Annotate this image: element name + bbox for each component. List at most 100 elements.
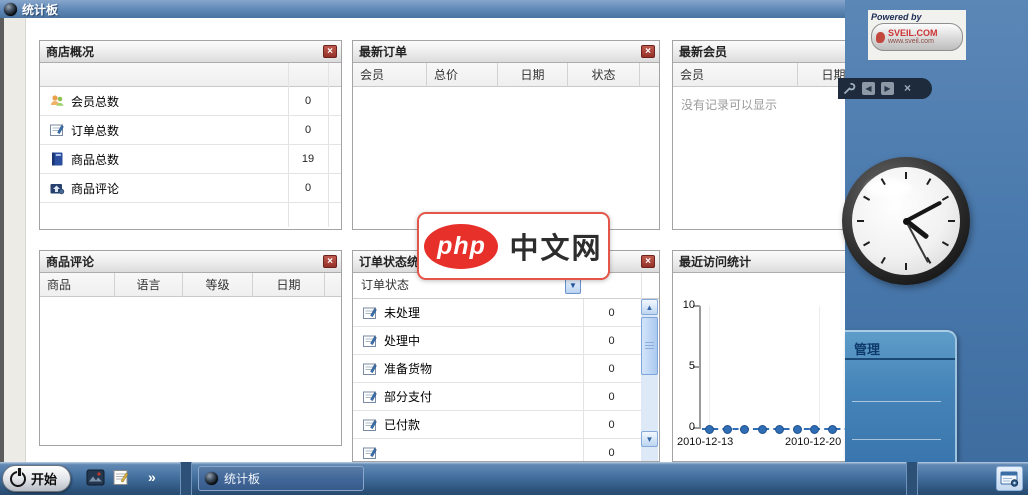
prev-arrow-icon[interactable]: ◀: [862, 82, 875, 95]
x-tick-label: 2010-12-20: [785, 436, 841, 448]
panel-title: 最近访问统计: [679, 253, 751, 270]
panel-visit-stats: 最近访问统计 × 10 5 0 2010-12-13 2010-12-20: [672, 250, 845, 462]
management-widget-title: 管理: [854, 342, 880, 357]
wrench-icon[interactable]: [843, 82, 856, 95]
management-widget-header[interactable]: 管理: [845, 332, 955, 360]
panel-latest-members: 最新会员 × 会员 日期 没有记录可以显示: [672, 40, 845, 230]
close-icon[interactable]: ×: [323, 45, 337, 58]
order-status-value: 0: [583, 307, 640, 319]
panel-latest-members-header[interactable]: 最新会员 ×: [673, 41, 845, 63]
app-globe-icon: [205, 472, 218, 485]
order-status-label: 处理中: [384, 332, 420, 349]
shop-overview-subheader: [40, 63, 341, 87]
tray-icon[interactable]: [996, 466, 1023, 491]
stat-label: 订单总数: [71, 122, 119, 139]
order-status-value: 0: [583, 363, 640, 375]
close-icon[interactable]: ×: [641, 255, 655, 268]
start-label: 开始: [31, 469, 57, 488]
note-icon: [362, 333, 378, 349]
order-status-row: 0: [353, 439, 642, 462]
column-header[interactable]: 会员: [353, 63, 427, 87]
empty-records-note: 没有记录可以显示: [673, 87, 845, 113]
banner-title: SVEIL.COM: [888, 28, 938, 38]
clock-widget: [842, 157, 970, 285]
close-icon[interactable]: ×: [323, 255, 337, 268]
note-icon: [362, 361, 378, 377]
orders-icon: [49, 122, 65, 138]
order-status-row: 未处理 0: [353, 299, 642, 327]
taskbar-divider: [180, 462, 192, 495]
column-header[interactable]: 语言: [115, 273, 183, 297]
window-titlebar[interactable]: 统计板: [0, 0, 845, 18]
scroll-down-icon[interactable]: ▼: [641, 431, 658, 447]
panel-title: 最新订单: [359, 43, 407, 60]
note-icon: [362, 305, 378, 321]
panel-shop-overview: 商店概况 × 会员总数 0 订单总数 0 商品总数: [39, 40, 342, 230]
quicklaunch-overflow-chevron[interactable]: »: [148, 469, 156, 485]
order-status-row: 准备货物 0: [353, 355, 642, 383]
products-icon: [49, 151, 65, 167]
panel-title: 商店概况: [46, 43, 94, 60]
column-header[interactable]: 等级: [183, 273, 253, 297]
close-icon[interactable]: ×: [641, 45, 655, 58]
column-header[interactable]: 总价: [427, 63, 498, 87]
column-header[interactable]: 日期: [498, 63, 568, 87]
start-button[interactable]: 开始: [2, 465, 71, 492]
clock-minute-hand: [905, 200, 942, 222]
panel-product-reviews: 商品评论 × 商品 语言 等级 日期: [39, 250, 342, 446]
task-label: 统计板: [224, 470, 260, 487]
chart-data-point: [828, 425, 837, 434]
panel-visit-stats-header[interactable]: 最近访问统计 ×: [673, 251, 845, 273]
panel-product-reviews-header[interactable]: 商品评论 ×: [40, 251, 341, 273]
order-status-value: 0: [583, 447, 640, 459]
column-header[interactable]: 会员: [673, 63, 798, 87]
panel-latest-orders: 最新订单 × 会员 总价 日期 状态: [352, 40, 660, 230]
order-status-label: 未处理: [384, 304, 420, 321]
stat-row: 商品评论 0: [40, 174, 341, 203]
order-status-row: 部分支付 0: [353, 383, 642, 411]
widget-mini-toolbar: ◀ ▶ ×: [838, 78, 932, 99]
panel-title: 最新会员: [679, 43, 727, 60]
panel-order-status: 订单状态统计 × 订单状态 ▼ 未处理 0 处理中 0: [352, 250, 660, 462]
stat-row: 商品总数 19: [40, 145, 341, 174]
taskbar-task-button[interactable]: 统计板: [198, 466, 364, 491]
stat-label: 会员总数: [71, 93, 119, 110]
scrollbar[interactable]: ▲ ▼: [641, 299, 658, 461]
chevron-down-icon[interactable]: ▼: [565, 278, 581, 294]
x-tick-label: 2010-12-13: [677, 436, 733, 448]
tray-window-gear-icon: [1000, 470, 1020, 488]
scroll-up-icon[interactable]: ▲: [641, 299, 658, 315]
note-icon: [362, 445, 378, 461]
panel-latest-orders-header[interactable]: 最新订单 ×: [353, 41, 659, 63]
column-header[interactable]: 商品: [40, 273, 115, 297]
y-tick-label: 5: [673, 360, 695, 372]
scrollbar-thumb[interactable]: [641, 317, 658, 375]
chart-data-point: [723, 425, 732, 434]
next-arrow-icon[interactable]: ▶: [881, 82, 894, 95]
taskbar-divider: [906, 462, 918, 495]
close-icon[interactable]: ×: [904, 82, 911, 95]
stat-row: 订单总数 0: [40, 116, 341, 145]
column-header[interactable]: 日期: [253, 273, 325, 297]
order-status-value: 0: [583, 335, 640, 347]
stat-label: 商品总数: [71, 151, 119, 168]
quicklaunch-image-icon[interactable]: [86, 469, 105, 486]
clock-face: [852, 167, 960, 275]
panel-shop-overview-header[interactable]: 商店概况 ×: [40, 41, 341, 63]
stat-row: 会员总数 0: [40, 87, 341, 116]
quicklaunch-notepad-icon[interactable]: [112, 469, 130, 486]
stat-value: 19: [288, 153, 328, 165]
banner-link[interactable]: SVEIL.COM www.sveil.com: [871, 23, 963, 51]
order-status-label: 准备货物: [384, 360, 432, 377]
dropdown-value: 订单状态: [361, 278, 409, 292]
stat-label: 商品评论: [71, 180, 119, 197]
chart-data-point: [758, 425, 767, 434]
y-tick-label: 10: [673, 299, 695, 311]
order-status-row: 已付款 0: [353, 411, 642, 439]
order-status-row: 处理中 0: [353, 327, 642, 355]
chart-data-point: [775, 425, 784, 434]
column-header[interactable]: 状态: [568, 63, 640, 87]
order-status-value: 0: [583, 391, 640, 403]
stat-value: 0: [288, 124, 328, 136]
desktop: 统计板 商店概况 × 会员总数 0 订单总数: [0, 0, 1028, 495]
